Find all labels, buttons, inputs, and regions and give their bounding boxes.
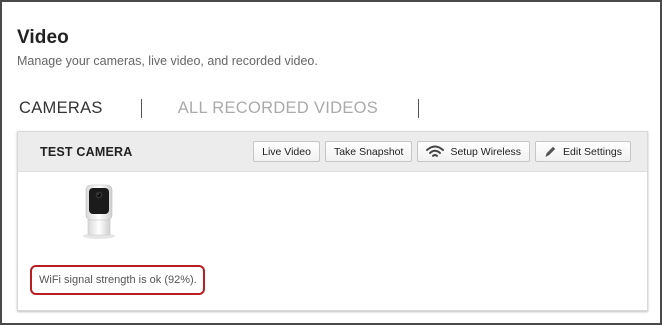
wifi-status-text: WiFi signal strength is ok (92%). (39, 274, 197, 286)
camera-card: TEST CAMERA Live Video Take Snapshot Set… (17, 131, 648, 311)
live-video-button[interactable]: Live Video (253, 141, 320, 162)
camera-name: TEST CAMERA (40, 145, 133, 159)
tab-bar: CAMERAS ALL RECORDED VIDEOS (19, 96, 420, 120)
window-frame: Video Manage your cameras, live video, a… (0, 0, 662, 325)
tab-divider (140, 98, 142, 118)
tab-divider (418, 98, 420, 118)
edit-settings-label: Edit Settings (563, 145, 622, 158)
page-header: Video Manage your cameras, live video, a… (17, 27, 318, 68)
camera-actions: Live Video Take Snapshot Setup Wireless (253, 141, 631, 162)
wifi-status-message: WiFi signal strength is ok (92%). (30, 265, 205, 295)
setup-wireless-button[interactable]: Setup Wireless (417, 141, 531, 162)
page-subtitle: Manage your cameras, live video, and rec… (17, 54, 318, 68)
page-title: Video (17, 27, 69, 48)
take-snapshot-label: Take Snapshot (333, 145, 404, 158)
camera-image (83, 184, 115, 239)
tab-cameras[interactable]: CAMERAS (19, 99, 103, 118)
setup-wireless-label: Setup Wireless (450, 145, 522, 158)
take-snapshot-button[interactable]: Take Snapshot (324, 141, 413, 162)
wifi-icon (426, 145, 445, 157)
live-video-label: Live Video (262, 145, 311, 158)
edit-settings-button[interactable]: Edit Settings (535, 141, 631, 162)
camera-card-header: TEST CAMERA Live Video Take Snapshot Set… (18, 132, 647, 172)
pencil-icon (545, 146, 556, 157)
tab-all-recorded-videos[interactable]: ALL RECORDED VIDEOS (178, 99, 378, 118)
